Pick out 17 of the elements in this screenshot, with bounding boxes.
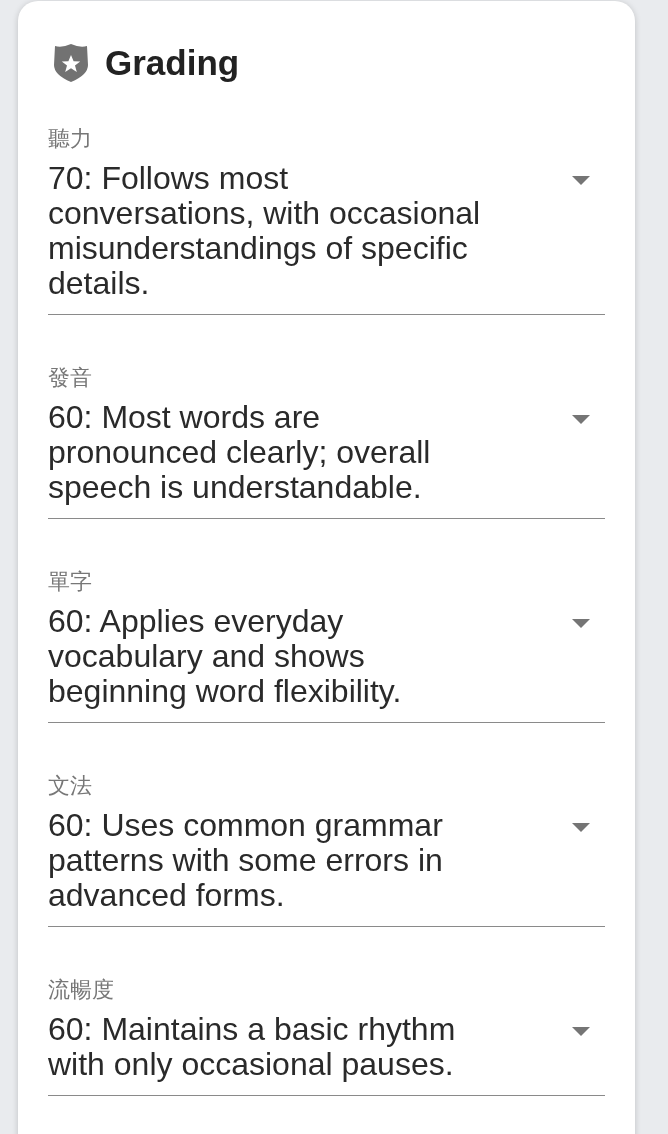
- caret-icon: [571, 823, 591, 832]
- dropdown-field[interactable]: 70: Follows most conversations, with occasional misunderstandings of specific details.: [48, 161, 605, 315]
- caret-icon: [571, 619, 591, 628]
- dropdown-field[interactable]: 60: Maintains a basic rhythm with only occasional pauses.: [48, 1012, 605, 1096]
- dropdown-field[interactable]: 60: Applies everyday vocabulary and shows beginning word flexibility.: [48, 604, 605, 723]
- dropdown-field[interactable]: 60: Most words are pronounced clearly; overall speech is understandable.: [48, 400, 605, 519]
- field-label: 文法: [48, 774, 93, 798]
- field-label: 發音: [48, 366, 93, 390]
- card-title: Grading: [105, 42, 240, 84]
- field-label: 流暢度: [48, 978, 115, 1002]
- field-label: 單字: [48, 570, 93, 594]
- caret-icon: [571, 176, 591, 185]
- caret-icon: [571, 415, 591, 424]
- shield-star-icon: [52, 43, 90, 83]
- caret-icon: [571, 1027, 591, 1036]
- dropdown-field[interactable]: 60: Uses common grammar patterns with some errors in advanced forms.: [48, 808, 605, 927]
- field-label: 聽力: [48, 127, 93, 151]
